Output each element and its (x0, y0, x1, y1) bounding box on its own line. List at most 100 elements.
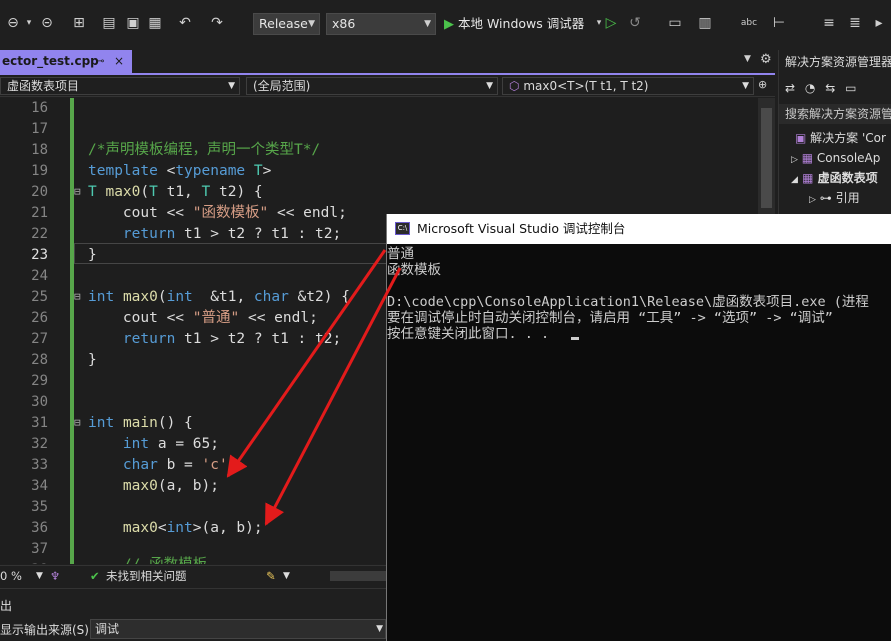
hot-reload-icon[interactable]: ↺ (626, 12, 644, 34)
code-line: } (88, 247, 97, 263)
forward-icon[interactable]: ⊝ (38, 12, 56, 34)
check-icon: ✔ (90, 569, 100, 583)
chevron-down-icon: ▼ (228, 81, 235, 91)
solution-icon: ▣ (795, 131, 807, 145)
console-title-bar[interactable]: C:\ Microsoft Visual Studio 调试控制台 (387, 214, 891, 244)
code-line: } (88, 352, 97, 368)
line-number: 30 (31, 394, 48, 410)
console-line: 普通 (387, 246, 414, 262)
line-number: 29 (31, 373, 48, 389)
line-number: 18 (31, 142, 48, 158)
platform-value: x86 (332, 16, 356, 31)
solution-search-placeholder: 搜索解决方案资源管 (785, 107, 891, 121)
line-number: 26 (31, 310, 48, 326)
collapse-icon[interactable]: ⊟ (74, 185, 86, 198)
solution-item[interactable]: ▣ 解决方案 'Cor (779, 128, 891, 148)
tab-label: ector_test.cpp (2, 54, 99, 68)
folder-icon[interactable]: ▭ (666, 12, 684, 34)
new-project-icon[interactable]: ⊞ (70, 12, 88, 34)
line-number: 19 (31, 163, 48, 179)
project-item-label: 虚函数表项 (817, 171, 878, 185)
line-number: 38 (0, 560, 48, 564)
project-scope-select[interactable]: 虚函数表项目 ▼ (0, 77, 240, 95)
project-item[interactable]: ▷ ▦ ConsoleAp (779, 148, 891, 168)
output-source-select[interactable]: 调试 ▼ (90, 619, 386, 639)
line-number: 31 (31, 415, 48, 431)
config-select[interactable]: Release ▼ (253, 13, 320, 35)
line-number: 17 (31, 121, 48, 137)
code-line: // 函数模板 (88, 555, 207, 564)
debug-console-window[interactable]: C:\ Microsoft Visual Studio 调试控制台 普通 函数模… (386, 214, 891, 641)
split-icon[interactable]: ⊕ (758, 78, 767, 91)
issues-status[interactable]: 未找到相关问题 (106, 566, 187, 586)
spellcheck-icon[interactable]: abc (740, 12, 758, 34)
undo-icon[interactable]: ↶ (176, 12, 194, 34)
code-line: int max0(int &t1, char &t2) { (88, 289, 350, 305)
code-line: return t1 > t2 ? t1 : t2; (122, 331, 342, 347)
solution-item-label: 解决方案 'Cor (810, 131, 886, 145)
global-scope-value: (全局范围) (253, 79, 311, 93)
document-tab-bar: ector_test.cpp ⊸ × ▼ ⚙ (0, 50, 775, 75)
code-line: char b = 'c'; (122, 457, 237, 473)
save-all-icon[interactable]: ▦ (146, 12, 164, 34)
more-icon[interactable]: ▸ (870, 12, 888, 34)
history-icon[interactable]: ◔ (805, 81, 815, 95)
scrollbar-thumb[interactable] (761, 108, 772, 208)
code-line: cout << "普通" << endl; (88, 310, 318, 326)
global-scope-select[interactable]: (全局范围) ▼ (246, 77, 498, 95)
redo-icon[interactable]: ↷ (208, 12, 226, 34)
copilot-icon[interactable]: ♆ (50, 566, 60, 586)
chevron-down-icon: ▼ (376, 624, 383, 634)
close-icon[interactable]: × (114, 50, 124, 73)
horizontal-scrollbar[interactable] (330, 571, 386, 581)
code-line: return t1 > t2 ? t1 : t2; (122, 226, 342, 242)
line-number: 34 (31, 478, 48, 494)
line-number: 35 (31, 499, 48, 515)
collapse-all-icon[interactable]: ▭ (845, 81, 856, 95)
layout-icon[interactable]: ▥ (696, 12, 714, 34)
project-item-active[interactable]: ◢ ▦ 虚函数表项 (779, 168, 891, 188)
expand-icon[interactable]: ▷ (791, 155, 798, 165)
breakpoint-icon[interactable]: ⊢ (770, 12, 788, 34)
console-output[interactable]: 普通 函数模板 D:\code\cpp\ConsoleApplication1\… (387, 244, 891, 641)
code-line: T max0(T t1, T t2) { (88, 184, 263, 200)
save-icon[interactable]: ▣ (124, 12, 142, 34)
line-number: 22 (31, 226, 48, 242)
comment-icon[interactable]: ≡ (820, 12, 838, 34)
collapse-icon[interactable]: ⊟ (74, 290, 86, 303)
code-line: max0(a, b); (122, 478, 219, 494)
console-app-icon: C:\ (395, 222, 410, 235)
platform-select[interactable]: x86 ▼ (326, 13, 436, 35)
brush-icon[interactable]: ✎ (266, 566, 276, 586)
pin-icon[interactable]: ⊸ (96, 50, 104, 73)
line-number: 24 (31, 268, 48, 284)
project-scope-value: 虚函数表项目 (7, 79, 80, 93)
tab-document[interactable]: ector_test.cpp ⊸ × (0, 50, 132, 73)
member-select[interactable]: ⬡ max0<T>(T t1, T t2) ▼ (502, 77, 754, 95)
line-number: 33 (31, 457, 48, 473)
output-panel: 出 显示输出来源(S): 调试 ▼ (0, 588, 386, 641)
back-dropdown-icon[interactable]: ▾ (20, 12, 38, 34)
line-number: 36 (31, 520, 48, 536)
tab-list-dropdown-icon[interactable]: ▼ (744, 54, 751, 64)
collapse-icon[interactable]: ⊟ (74, 416, 86, 429)
chevron-down-icon: ▼ (742, 81, 749, 91)
collapse-icon[interactable]: ◢ (791, 175, 798, 185)
start-debugging-button[interactable]: ▶ 本地 Windows 调试器 (444, 13, 594, 35)
expand-icon[interactable]: ▷ (809, 195, 816, 205)
settings-icon[interactable]: ⚙ (760, 52, 772, 67)
start-without-debugging-icon[interactable]: ▷ (602, 12, 620, 34)
console-title: Microsoft Visual Studio 调试控制台 (417, 221, 626, 236)
project-icon: ▦ (802, 171, 814, 185)
references-item[interactable]: ▷ ⊶ 引用 (779, 188, 891, 208)
zoom-level[interactable]: 0 % (0, 566, 22, 586)
sync-icon[interactable]: ⇄ (785, 81, 795, 95)
member-value: max0<T>(T t1, T t2) (523, 79, 649, 93)
line-number: 32 (31, 436, 48, 452)
back-forward-icon[interactable]: ⇆ (825, 81, 835, 95)
uncomment-icon[interactable]: ≣ (846, 12, 864, 34)
chevron-down-icon[interactable]: ▼ (283, 566, 290, 586)
solution-search-input[interactable]: 搜索解决方案资源管 (779, 104, 891, 124)
zoom-dropdown-icon[interactable]: ▼ (36, 566, 43, 586)
open-icon[interactable]: ▤ (100, 12, 118, 34)
